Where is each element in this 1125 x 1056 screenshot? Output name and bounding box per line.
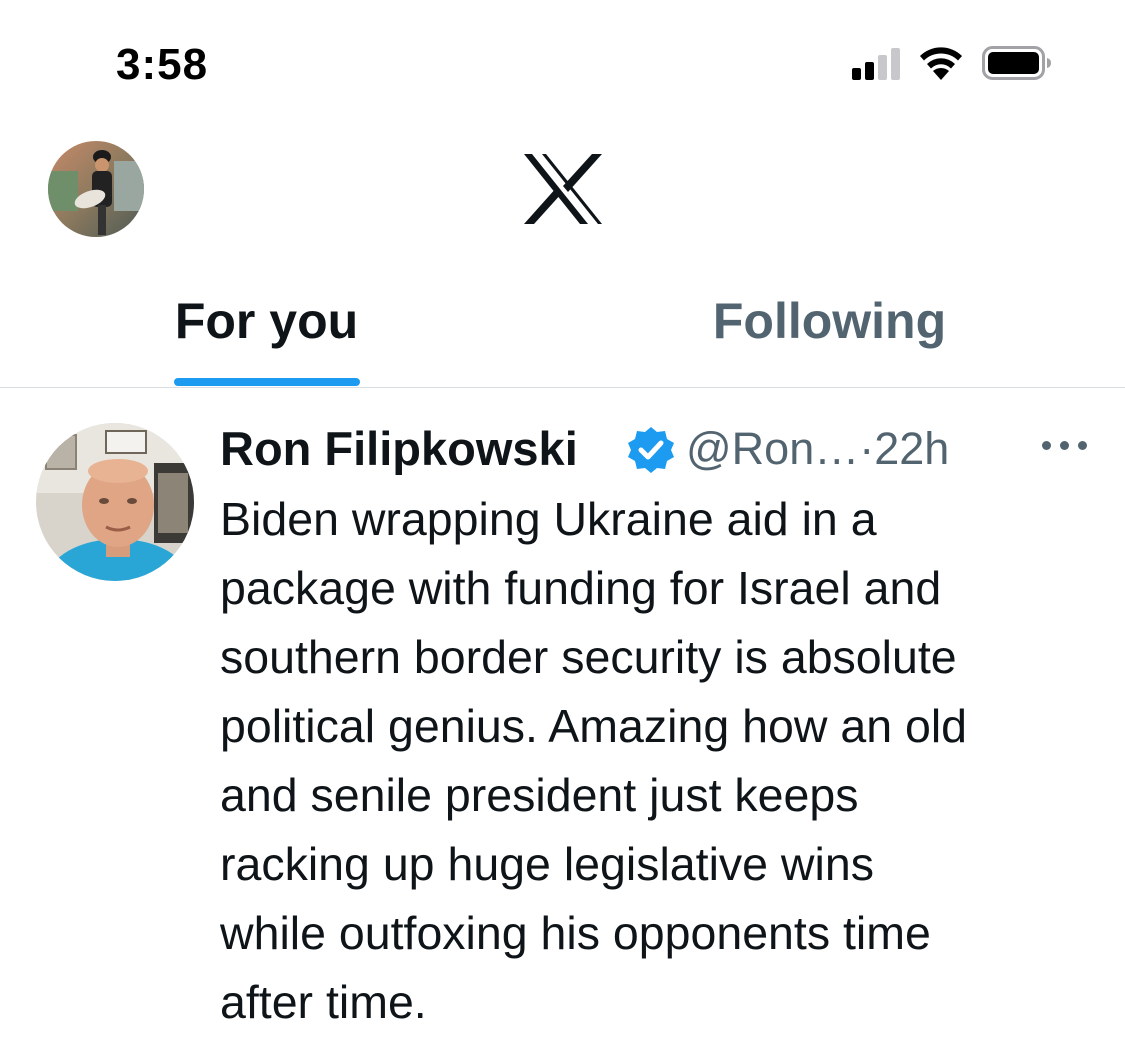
timeline-tabs: For you Following (0, 270, 1125, 388)
tweet[interactable]: Ron Filipkowski @Ron…·22h Biden wrapping… (0, 389, 1125, 1056)
tweet-header: Ron Filipkowski @Ron…·22h (220, 417, 1100, 477)
meta-separator: · (859, 423, 875, 474)
author-name[interactable]: Ron Filipkowski (220, 421, 578, 476)
tweet-time[interactable]: 22h (874, 423, 949, 474)
tweet-meta: @Ron…·22h (686, 423, 949, 475)
more-options-icon[interactable] (1038, 433, 1094, 457)
status-bar: 3:58 (0, 0, 1125, 120)
tab-following-label: Following (712, 293, 947, 349)
tweet-author-avatar[interactable] (36, 423, 194, 581)
x-logo-icon[interactable] (522, 152, 604, 226)
verified-badge-icon (628, 427, 674, 473)
status-time: 3:58 (116, 40, 209, 89)
wifi-icon (920, 47, 962, 80)
tab-following[interactable]: Following (562, 270, 1125, 388)
active-tab-indicator (174, 378, 360, 386)
tweet-text: Biden wrapping Ukraine aid in a package … (220, 493, 968, 1028)
signal-icon (852, 46, 906, 80)
profile-avatar[interactable] (48, 141, 144, 237)
app-screen: 3:58 For you Following Ron Filipkowski @… (0, 0, 1125, 1056)
battery-icon (982, 46, 1051, 80)
author-handle[interactable]: @Ron… (686, 423, 859, 474)
